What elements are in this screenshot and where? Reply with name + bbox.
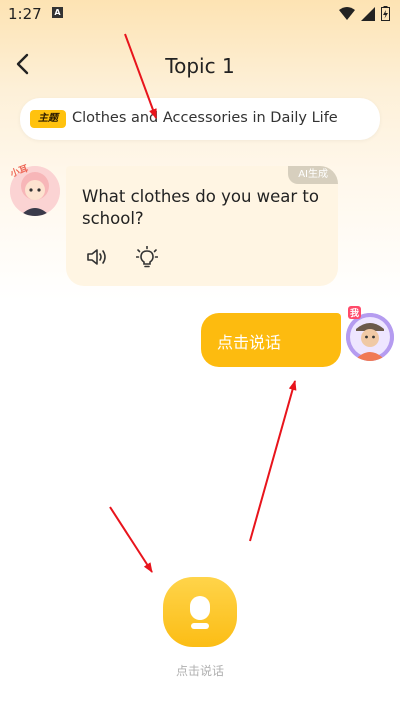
ai-message-bubble: AI生成 What clothes do you wear to school? [66, 166, 338, 286]
arrow-to-speak-bubble [249, 380, 297, 542]
system-icons [339, 6, 390, 21]
user-speak-text: 点击说话 [217, 333, 282, 352]
topic-tag-badge: 主题 [30, 110, 66, 128]
wifi-icon [339, 6, 355, 20]
notification-icon: A [52, 7, 63, 18]
mic-button[interactable] [163, 577, 237, 647]
user-avatar-tag: 我 [348, 306, 362, 319]
speaker-icon[interactable] [86, 246, 108, 268]
mic-icon [190, 596, 210, 629]
status-bar: 1:27 A [0, 0, 400, 28]
status-time: 1:27 [8, 5, 42, 23]
user-character-icon [346, 313, 394, 361]
page-title: Topic 1 [165, 54, 235, 78]
lightbulb-hint-icon[interactable] [136, 246, 158, 268]
topic-bar: 主题 Clothes and Accessories in Daily Life [20, 98, 380, 140]
ai-question-text: What clothes do you wear to school? [82, 187, 319, 228]
battery-icon [381, 6, 390, 21]
topic-text: Clothes and Accessories in Daily Life [72, 110, 338, 126]
signal-icon [361, 6, 375, 21]
user-avatar [346, 313, 394, 361]
arrow-to-mic-button [109, 506, 153, 573]
mic-caption: 点击说话 [175, 664, 224, 678]
ai-generated-badge: AI生成 [288, 166, 338, 184]
user-speak-bubble[interactable]: 点击说话 [201, 313, 341, 367]
